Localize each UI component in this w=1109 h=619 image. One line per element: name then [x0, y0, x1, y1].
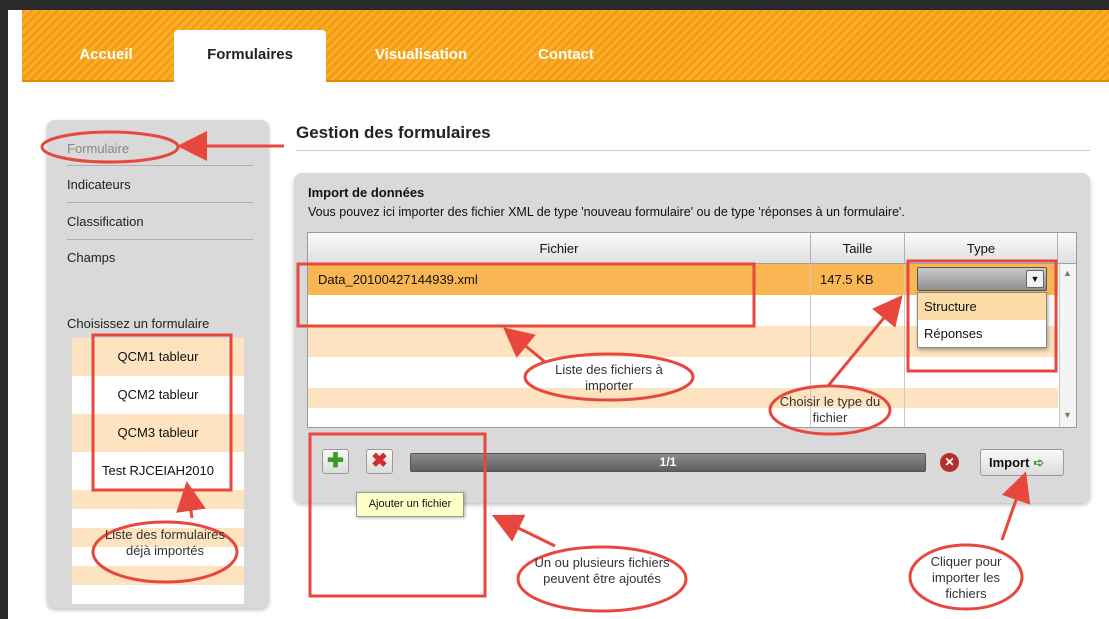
title-divider	[296, 150, 1090, 151]
form-list-item[interactable]: QCM3 tableur	[72, 414, 244, 452]
file-size-cell: 147.5 KB	[820, 272, 874, 287]
column-header-file[interactable]: Fichier	[308, 233, 811, 264]
cancel-upload-button[interactable]: ✕	[940, 453, 959, 472]
sidebar-item-indicateurs[interactable]: Indicateurs	[67, 177, 131, 192]
add-file-button[interactable]: ✚	[322, 449, 349, 474]
sidebar-item-classification[interactable]: Classification	[67, 214, 144, 229]
callout-click-import: Cliquer pour importer les fichiers	[930, 554, 1002, 601]
nav-visualisation[interactable]: Visualisation	[362, 36, 480, 82]
callout-file-list: Liste des fichiers à importer	[555, 362, 663, 393]
window-top-border	[0, 0, 1109, 10]
table-row-empty	[308, 408, 1058, 427]
cancel-icon: ✕	[944, 455, 955, 469]
import-panel-title: Import de données	[308, 185, 425, 200]
upload-progress-bar: 1/1	[410, 453, 926, 472]
scroll-up-icon[interactable]: ▲	[1063, 268, 1072, 278]
form-list-item[interactable]: QCM2 tableur	[72, 376, 244, 414]
sidebar-item-champs[interactable]: Champs	[67, 250, 115, 265]
table-scrollbar[interactable]: ▲ ▼	[1059, 264, 1076, 427]
type-option-reponses[interactable]: Réponses	[918, 320, 1046, 347]
form-list-empty-row	[72, 509, 244, 528]
column-header-size[interactable]: Taille	[811, 233, 905, 264]
close-icon: ✖	[371, 450, 388, 472]
column-header-type[interactable]: Type	[905, 233, 1058, 264]
form-list-empty-row	[72, 566, 244, 585]
arrow-add-files	[491, 514, 556, 548]
form-list-item[interactable]: Test RJCEIAH2010	[72, 452, 244, 490]
nav-accueil[interactable]: Accueil	[62, 36, 150, 82]
sidebar-divider	[67, 239, 253, 240]
page-title: Gestion des formulaires	[296, 123, 491, 142]
column-header-spacer	[1058, 233, 1076, 264]
form-list-empty-row	[72, 585, 244, 604]
scroll-down-icon[interactable]: ▼	[1063, 410, 1072, 420]
form-list: QCM1 tableur QCM2 tableur QCM3 tableur T…	[72, 338, 244, 604]
arrow-right-icon: ➪	[1033, 455, 1045, 470]
remove-file-button[interactable]: ✖	[366, 449, 393, 474]
callout-forms-list: Liste des formulaires déjà importés	[105, 527, 225, 558]
form-list-item[interactable]: QCM1 tableur	[72, 338, 244, 376]
chevron-down-icon[interactable]: ▼	[1026, 270, 1044, 288]
import-panel-description: Vous pouvez ici importer des fichier XML…	[308, 205, 905, 219]
sidebar-divider	[67, 202, 253, 203]
sidebar-item-formulaire[interactable]: Formulaire	[67, 141, 129, 156]
column-divider	[904, 264, 905, 427]
plus-icon: ✚	[327, 450, 344, 472]
nav-contact[interactable]: Contact	[528, 36, 604, 82]
import-panel: Import de données Vous pouvez ici import…	[294, 173, 1090, 503]
callout-choose-type: Choisir le type du fichier	[779, 394, 881, 425]
add-file-tooltip: Ajouter un fichier	[356, 492, 464, 517]
file-name-cell: Data_20100427144939.xml	[318, 272, 478, 287]
type-select[interactable]: ▼	[917, 267, 1047, 291]
main-navbar: Accueil Formulaires Visualisation Contac…	[22, 10, 1109, 84]
import-button-label: Import	[989, 455, 1030, 470]
nav-formulaires[interactable]: Formulaires	[174, 30, 326, 84]
file-table: Fichier Taille Type Data_20100427144939.…	[307, 232, 1077, 428]
form-chooser-label: Choisissez un formulaire	[67, 316, 210, 331]
form-list-empty-row	[72, 490, 244, 509]
sidebar-divider	[67, 165, 253, 166]
type-option-structure[interactable]: Structure	[918, 293, 1046, 320]
import-button[interactable]: Import ➪	[980, 449, 1064, 476]
type-dropdown-menu: Structure Réponses	[917, 292, 1047, 348]
window-left-border	[0, 0, 8, 619]
callout-add-files: Un ou plusieurs fichiers peuvent être aj…	[534, 555, 670, 586]
